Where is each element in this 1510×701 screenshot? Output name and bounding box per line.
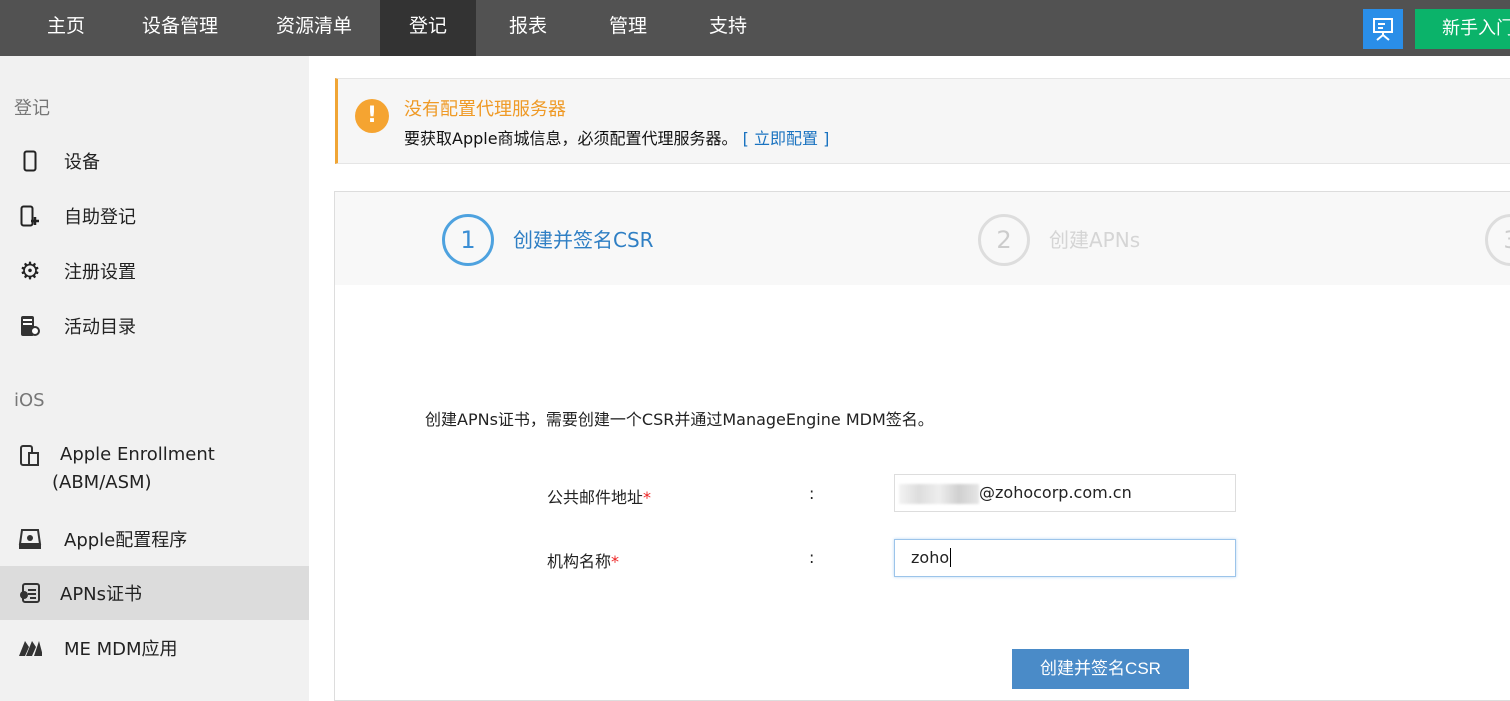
organization-name-field[interactable]: zoho [894,539,1236,577]
nav-device-mgmt[interactable]: 设备管理 [130,0,230,56]
step-2-number: 2 [978,214,1030,266]
sidebar-item-apple-enrollment[interactable]: Apple Enrollment (ABM/ASM) [0,434,309,504]
presentation-button[interactable] [1363,9,1403,49]
apple-configurator-icon [18,527,42,551]
step-1-number: 1 [442,214,494,266]
nav-support[interactable]: 支持 [690,0,766,56]
mobile-add-icon [18,204,42,228]
nav-home[interactable]: 主页 [28,0,104,56]
sidebar-item-active-directory[interactable]: 活动目录 [0,299,309,353]
required-mark: * [643,488,652,507]
top-nav: 主页 设备管理 资源清单 登记 报表 管理 支持 新手入门 [0,0,1510,56]
alert-message-text: 要获取Apple商城信息，必须配置代理服务器。 [404,129,738,148]
sidebar-item-label: ME MDM应用 [64,639,178,660]
sidebar-item-enrollment-settings[interactable]: ⚙ 注册设置 [0,244,309,298]
step-3-number: 3 [1485,214,1510,266]
configure-now-link[interactable]: [ 立即配置 ] [743,129,830,148]
wizard-steps: 1 创建并签名CSR 2 创建APNs 3 [335,192,1510,285]
nav-admin[interactable]: 管理 [590,0,666,56]
form-description: 创建APNs证书，需要创建一个CSR并通过ManageEngine MDM签名。 [425,410,934,429]
nav-inventory[interactable]: 资源清单 [262,0,366,56]
nav-enrollment[interactable]: 登记 [380,0,476,56]
sidebar-item-label: 活动目录 [64,317,136,338]
required-mark: * [611,552,620,571]
create-sign-csr-button[interactable]: 创建并签名CSR [1012,649,1189,689]
sidebar-section-enrollment: 登记 [14,98,50,119]
email-value: @zohocorp.com.cn [979,483,1132,502]
sidebar-item-me-mdm-app[interactable]: ME MDM应用 [0,621,309,675]
alert-title: 没有配置代理服务器 [404,99,566,120]
step-2-label: 创建APNs [1049,228,1141,252]
sidebar-item-label: Apple配置程序 [64,530,188,551]
proxy-warning-alert: ! 没有配置代理服务器 要获取Apple商城信息，必须配置代理服务器。 [ 立即… [335,78,1510,164]
sidebar-item-label: APNs证书 [60,584,143,605]
gear-icon: ⚙ [19,257,41,285]
sidebar: 登记 设备 自助登记 ⚙ 注册设置 活动目录 iOS Apple Enrollm… [0,56,309,701]
org-value: zoho [911,548,950,567]
step-1-label[interactable]: 创建并签名CSR [513,224,654,253]
certificate-icon [18,581,42,605]
devices-icon [18,444,42,468]
org-label-text: 机构名称 [547,552,612,571]
mobile-icon [18,149,42,173]
warning-icon: ! [355,99,389,133]
server-gear-icon [18,314,42,338]
sidebar-item-label: Apple Enrollment [60,444,215,465]
sidebar-item-label: 注册设置 [64,262,136,283]
email-label: 公共邮件地址* [547,484,651,508]
org-label: 机构名称* [547,548,619,572]
redacted-blur [899,483,979,504]
nav-reports[interactable]: 报表 [490,0,566,56]
text-cursor [950,548,952,567]
csr-wizard: 1 创建并签名CSR 2 创建APNs 3 创建APNs证书，需要创建一个CSR… [334,191,1510,701]
email-label-text: 公共邮件地址 [547,488,644,507]
me-mdm-icon [18,636,42,660]
colon: : [809,548,815,567]
sidebar-item-apns-certificate[interactable]: APNs证书 [0,566,309,620]
sidebar-item-apple-configurator[interactable]: Apple配置程序 [0,512,309,566]
colon: : [809,484,815,503]
alert-message: 要获取Apple商城信息，必须配置代理服务器。 [ 立即配置 ] [404,125,829,149]
sidebar-item-devices[interactable]: 设备 [0,134,309,188]
sidebar-item-label: 设备 [64,152,100,173]
getting-started-button[interactable]: 新手入门 [1415,9,1510,49]
presentation-icon [1373,18,1393,41]
email-field[interactable]: @zohocorp.com.cn [894,474,1236,512]
sidebar-item-self-enrollment[interactable]: 自助登记 [0,189,309,243]
sidebar-section-ios: iOS [14,390,45,411]
sidebar-item-label-2: (ABM/ASM) [52,472,152,493]
sidebar-item-label: 自助登记 [64,207,136,228]
